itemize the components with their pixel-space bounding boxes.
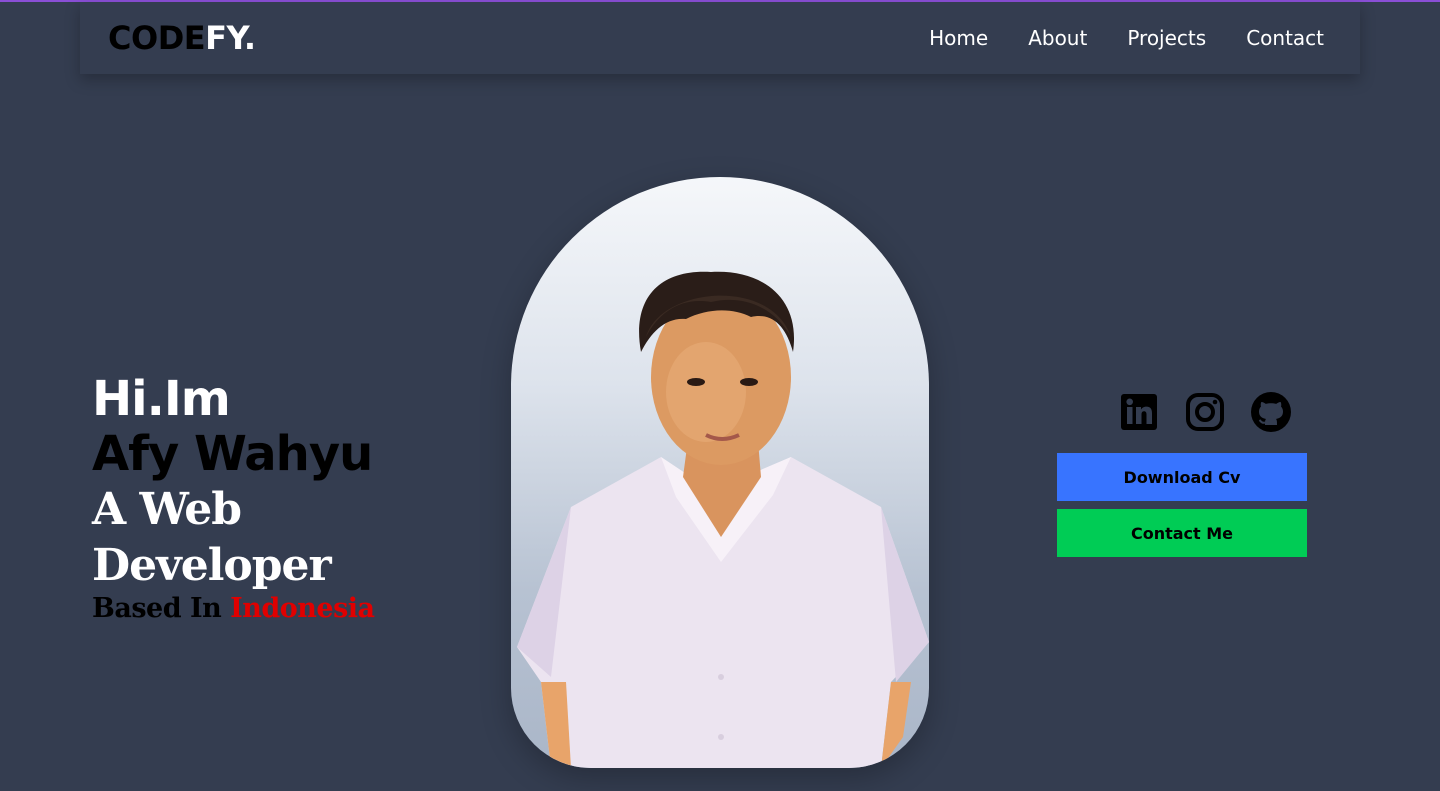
- linkedin-icon[interactable]: [1118, 391, 1160, 433]
- profile-person-illustration: [517, 271, 929, 768]
- github-icon[interactable]: [1250, 391, 1292, 433]
- hero-name: Afy Wahyu: [92, 426, 373, 482]
- contact-me-button[interactable]: Contact Me: [1057, 509, 1307, 557]
- logo-light-part: FY.: [205, 19, 256, 57]
- nav-contact-link[interactable]: Contact: [1246, 24, 1324, 52]
- hero-intro: Hi.Im Afy Wahyu A Web Developer Based In…: [92, 372, 492, 624]
- hero-role: A Web Developer: [92, 484, 332, 591]
- profile-photo: [511, 177, 929, 768]
- social-links: [1118, 391, 1292, 433]
- nav-about-link[interactable]: About: [1028, 24, 1087, 52]
- hero-greeting: Hi.Im: [92, 371, 231, 427]
- nav-home-link[interactable]: Home: [929, 24, 988, 52]
- hero-location-country: Indonesia: [230, 593, 375, 624]
- logo[interactable]: CODEFY.: [108, 18, 256, 58]
- navbar: CODEFY. Home About Projects Contact: [80, 2, 1360, 74]
- hero-location-prefix: Based In: [92, 593, 222, 624]
- logo-dark-part: CODE: [108, 19, 206, 57]
- download-cv-button[interactable]: Download Cv: [1057, 453, 1307, 501]
- instagram-icon[interactable]: [1184, 391, 1226, 433]
- hero-location: Based In Indonesia: [92, 594, 492, 624]
- nav-projects-link[interactable]: Projects: [1127, 24, 1206, 52]
- nav-menu: Home About Projects Contact: [929, 24, 1324, 52]
